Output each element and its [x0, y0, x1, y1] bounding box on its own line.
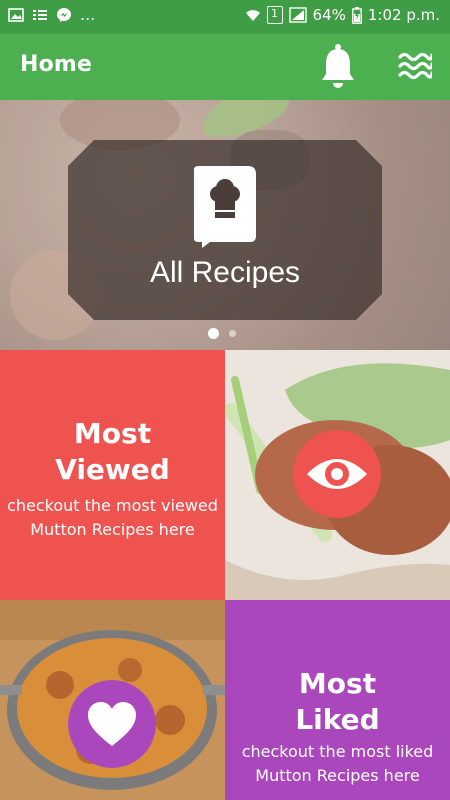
sim-indicator: 1 — [266, 6, 283, 24]
wifi-icon — [245, 10, 260, 21]
most-liked-subtitle-line2: Mutton Recipes here — [255, 766, 420, 785]
bell-icon[interactable] — [318, 43, 358, 89]
most-viewed-subtitle-line2: Mutton Recipes here — [30, 520, 195, 539]
carousel-dot[interactable] — [229, 330, 236, 337]
most-viewed-subtitle: checkout the most viewed Mutton Recipes … — [0, 494, 225, 542]
waves-menu-icon[interactable] — [398, 50, 432, 82]
most-viewed-title-line1: Most — [73, 417, 152, 450]
battery-percentage: 64% — [312, 6, 346, 24]
page-title: Home — [20, 52, 93, 77]
most-liked-tile[interactable]: Most Liked checkout the most liked Mutto… — [225, 600, 450, 800]
signal-icon — [288, 7, 307, 23]
messenger-icon — [57, 8, 71, 22]
recipe-book-icon — [194, 166, 256, 248]
more-notifications-text: ... — [80, 5, 96, 24]
clock: 1:02 p.m. — [367, 6, 440, 24]
status-bar: ... 1 64% 1:02 p.m. — [0, 0, 450, 34]
battery-charging-icon — [351, 6, 362, 24]
carousel-indicator — [208, 328, 236, 339]
most-viewed-food-image[interactable] — [225, 350, 450, 600]
most-liked-subtitle-line1: checkout the most liked — [241, 742, 434, 761]
list-notification-icon — [33, 10, 47, 20]
carousel-dot-active[interactable] — [208, 328, 219, 339]
most-viewed-title-line2: Viewed — [55, 453, 170, 486]
image-notification-icon — [8, 8, 24, 22]
most-liked-title: Most Liked — [225, 666, 450, 738]
most-viewed-tile[interactable]: Most Viewed checkout the most viewed Mut… — [0, 350, 225, 600]
heart-icon[interactable] — [68, 680, 156, 768]
most-liked-title-line1: Most — [298, 667, 377, 700]
all-recipes-label: All Recipes — [149, 256, 301, 289]
eye-icon[interactable] — [293, 430, 381, 518]
app-bar: Home — [0, 34, 450, 100]
most-liked-subtitle: checkout the most liked Mutton Recipes h… — [225, 740, 450, 788]
most-viewed-subtitle-line1: checkout the most viewed — [7, 496, 218, 515]
most-viewed-title: Most Viewed — [0, 416, 225, 488]
most-liked-food-image[interactable] — [0, 600, 225, 800]
most-liked-title-line2: Liked — [295, 703, 380, 736]
